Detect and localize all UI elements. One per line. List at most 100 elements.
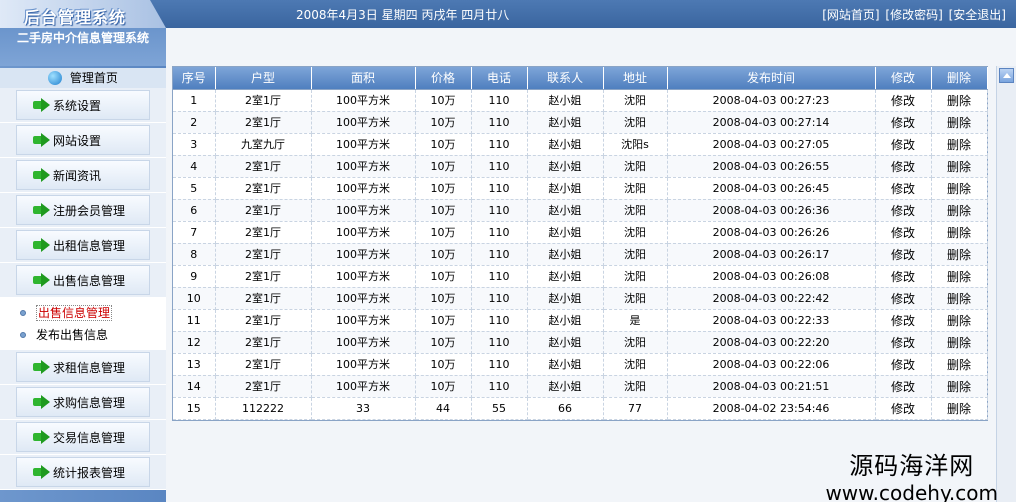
table-cell: 110 [471,287,528,310]
edit-link[interactable]: 修改 [875,353,932,376]
edit-link[interactable]: 修改 [875,155,932,178]
vertical-scrollbar[interactable] [996,66,1016,502]
system-title: 二手房中介信息管理系统 [0,28,166,66]
sidebar-item-label: 交易信息管理 [53,430,126,445]
table-cell: 15 [173,397,216,420]
column-header: 修改 [875,67,932,90]
sidebar-button[interactable]: 求购信息管理 [16,387,150,417]
sidebar-item-label: 出租信息管理 [53,238,126,253]
edit-link[interactable]: 修改 [875,309,932,332]
sidebar-item-top-4[interactable]: 出租信息管理 [0,228,166,263]
table-cell: 100平方米 [311,287,416,310]
arrow-icon [33,465,51,479]
sidebar-item-top-1[interactable]: 网站设置 [0,123,166,158]
sidebar-item-top-2[interactable]: 新闻资讯 [0,158,166,193]
delete-link[interactable]: 删除 [931,155,988,178]
table-cell: 100平方米 [311,155,416,178]
table-cell: 2008-04-03 00:22:20 [667,331,876,354]
sidebar-button[interactable]: 注册会员管理 [16,195,150,225]
table-cell: 12 [173,331,216,354]
edit-link[interactable]: 修改 [875,397,932,420]
delete-link[interactable]: 删除 [931,199,988,222]
delete-link[interactable]: 删除 [931,221,988,244]
delete-link[interactable]: 删除 [931,177,988,200]
edit-link[interactable]: 修改 [875,243,932,266]
edit-link[interactable]: 修改 [875,287,932,310]
sidebar-button[interactable]: 网站设置 [16,125,150,155]
edit-link[interactable]: 修改 [875,265,932,288]
table-cell: 2室1厅 [215,221,312,244]
table-cell: 沈阳 [603,331,668,354]
edit-link[interactable]: 修改 [875,133,932,156]
sidebar-item-top-3[interactable]: 注册会员管理 [0,193,166,228]
table-cell: 100平方米 [311,353,416,376]
table-cell: 10万 [415,375,472,398]
table-cell: 赵小姐 [527,353,604,376]
table-cell: 2室1厅 [215,375,312,398]
table-cell: 100平方米 [311,177,416,200]
delete-link[interactable]: 删除 [931,397,988,420]
sidebar-home[interactable]: 管理首页 [0,68,166,88]
table-cell: 沈阳 [603,155,668,178]
table-cell: 10万 [415,243,472,266]
delete-link[interactable]: 删除 [931,331,988,354]
submenu-item[interactable]: 发布出售信息 [20,324,166,346]
delete-link[interactable]: 删除 [931,89,988,112]
delete-link[interactable]: 删除 [931,309,988,332]
delete-link[interactable]: 删除 [931,375,988,398]
table-cell: 110 [471,265,528,288]
delete-link[interactable]: 删除 [931,133,988,156]
table-cell: 14 [173,375,216,398]
edit-link[interactable]: 修改 [875,331,932,354]
sidebar-button[interactable]: 新闻资讯 [16,160,150,190]
edit-link[interactable]: 修改 [875,111,932,134]
table-cell: 2008-04-03 00:26:17 [667,243,876,266]
sidebar-item-label: 新闻资讯 [53,168,102,183]
delete-link[interactable]: 删除 [931,287,988,310]
sidebar-item-bottom-1[interactable]: 求购信息管理 [0,385,166,420]
scroll-up-arrow-icon[interactable] [999,68,1014,83]
sidebar-button[interactable]: 统计报表管理 [16,457,150,487]
sidebar-button[interactable]: 交易信息管理 [16,422,150,452]
table-cell: 沈阳s [603,133,668,156]
table-cell: 2008-04-03 00:26:36 [667,199,876,222]
link-change-password[interactable]: [修改密码] [885,8,942,22]
table-cell: 2008-04-03 00:22:33 [667,309,876,332]
edit-link[interactable]: 修改 [875,375,932,398]
sidebar-button[interactable]: 求租信息管理 [16,352,150,382]
delete-link[interactable]: 删除 [931,243,988,266]
edit-link[interactable]: 修改 [875,199,932,222]
sidebar-item-bottom-0[interactable]: 求租信息管理 [0,350,166,385]
sidebar-item-top-0[interactable]: 系统设置 [0,88,166,123]
table-cell: 10万 [415,353,472,376]
table-cell: 2008-04-03 00:26:45 [667,177,876,200]
delete-link[interactable]: 删除 [931,265,988,288]
table-cell: 2室1厅 [215,199,312,222]
sidebar-item-bottom-3[interactable]: 统计报表管理 [0,455,166,490]
table-cell: 1 [173,89,216,112]
table-cell: 赵小姐 [527,331,604,354]
link-site-home[interactable]: [网站首页] [822,8,879,22]
table-cell: 2008-04-03 00:27:23 [667,89,876,112]
edit-link[interactable]: 修改 [875,89,932,112]
column-header: 地址 [603,67,668,90]
sidebar-button[interactable]: 系统设置 [16,90,150,120]
table-cell: 100平方米 [311,89,416,112]
delete-link[interactable]: 删除 [931,353,988,376]
arrow-icon [33,360,51,374]
submenu-item[interactable]: 出售信息管理 [20,302,166,324]
column-header: 发布时间 [667,67,876,90]
sidebar-item-bottom-2[interactable]: 交易信息管理 [0,420,166,455]
home-label: 管理首页 [69,71,118,85]
table-cell: 112222 [215,397,312,420]
table-cell: 10万 [415,199,472,222]
edit-link[interactable]: 修改 [875,221,932,244]
column-header: 电话 [471,67,528,90]
sidebar-button[interactable]: 出租信息管理 [16,230,150,260]
sidebar-button[interactable]: 出售信息管理 [16,265,150,295]
delete-link[interactable]: 删除 [931,111,988,134]
table-cell: 110 [471,309,528,332]
link-logout[interactable]: [安全退出] [949,8,1006,22]
sidebar-item-top-5[interactable]: 出售信息管理 [0,263,166,298]
edit-link[interactable]: 修改 [875,177,932,200]
